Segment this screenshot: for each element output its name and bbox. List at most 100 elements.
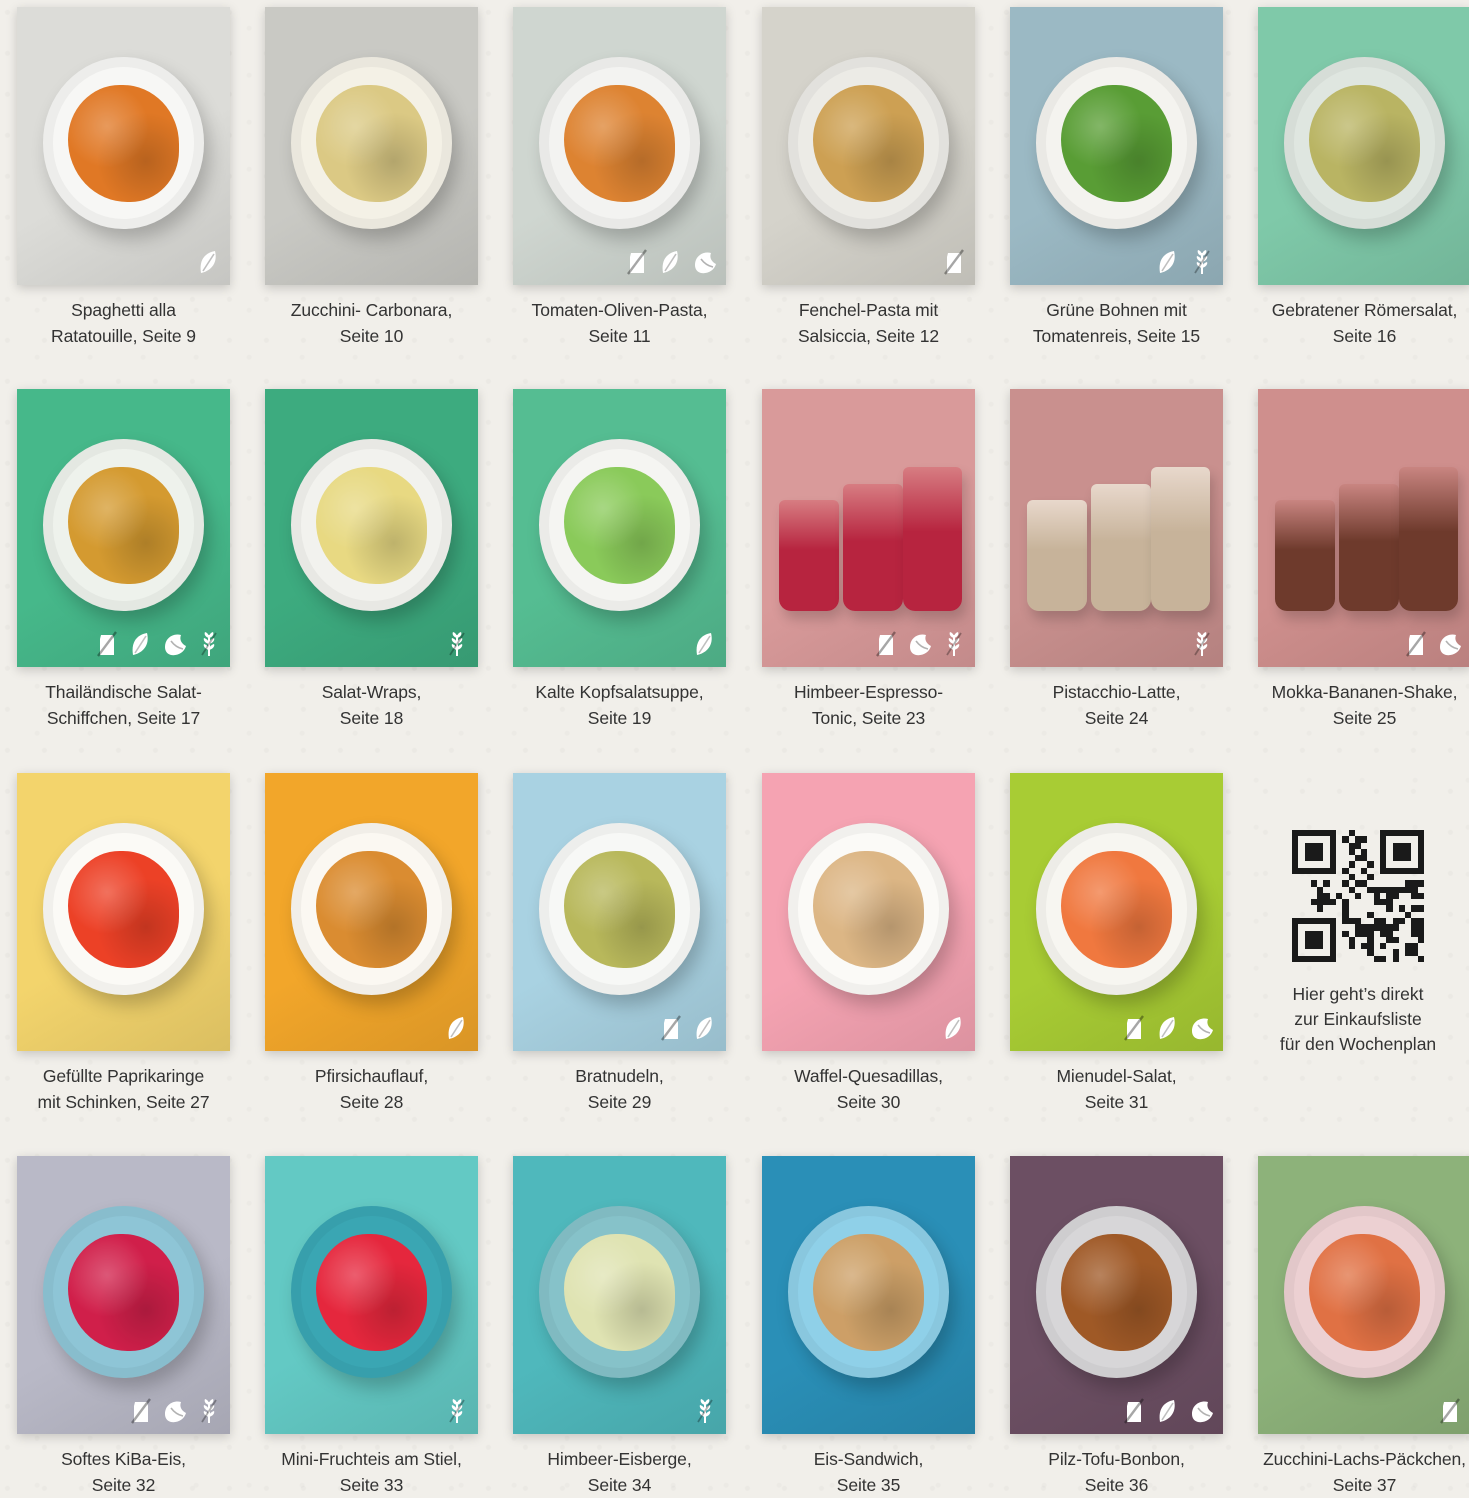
recipe-card[interactable]: Gebratener Römersalat, Seite 16 — [1258, 7, 1469, 349]
dish — [564, 850, 675, 968]
dish — [1061, 84, 1172, 202]
recipe-card[interactable]: Spaghetti alla Ratatouille, Seite 9 — [17, 7, 230, 349]
recipe-photo[interactable] — [265, 773, 478, 1051]
recipe-photo[interactable] — [17, 1156, 230, 1434]
recipe-photo[interactable] — [513, 389, 726, 667]
recipe-title: Waffel-Quesadillas, — [794, 1066, 943, 1086]
recipe-photo[interactable] — [513, 7, 726, 285]
recipe-caption: Fenchel-Pasta mit Salsiccia, Seite 12 — [762, 297, 975, 349]
recipe-caption: Mienudel-Salat, Seite 31 — [1010, 1063, 1223, 1115]
diet-icons — [1401, 629, 1465, 659]
no-gluten-icon — [92, 629, 122, 659]
recipe-caption: Himbeer-Espresso- Tonic, Seite 23 — [762, 679, 975, 731]
recipe-photo[interactable] — [762, 773, 975, 1051]
drink-glass — [902, 466, 963, 612]
recipe-page-ref: Seite 24 — [1084, 708, 1149, 728]
recipe-photo[interactable] — [1258, 7, 1469, 285]
recipe-card[interactable]: Fenchel-Pasta mit Salsiccia, Seite 12 — [762, 7, 975, 349]
leaf-icon — [690, 1013, 720, 1043]
dish — [68, 466, 179, 584]
qr-code[interactable] — [1292, 830, 1424, 962]
recipe-photo[interactable] — [17, 773, 230, 1051]
recipe-title: Eis-Sandwich, — [813, 1449, 924, 1469]
diet-icons — [126, 1396, 224, 1426]
no-gluten-icon — [1401, 629, 1431, 659]
recipe-caption: Salat-Wraps, Seite 18 — [265, 679, 478, 731]
leaf-icon — [939, 1013, 969, 1043]
recipe-card[interactable]: Waffel-Quesadillas, Seite 30 — [762, 773, 975, 1115]
recipe-title: Thailändische Salat- — [45, 682, 202, 702]
drink-glass — [842, 483, 903, 612]
dish — [316, 850, 427, 968]
recipe-card[interactable]: Gefüllte Paprikaringe mit Schinken, Seite… — [17, 773, 230, 1115]
dish — [68, 850, 179, 968]
recipe-title: Himbeer-Espresso- — [793, 682, 944, 702]
recipe-title: Mini-Fruchteis am Stiel, — [281, 1449, 462, 1469]
recipe-card[interactable]: Mokka-Bananen-Shake, Seite 25 — [1258, 389, 1469, 731]
recipe-card[interactable]: Himbeer-Eisberge, Seite 34 — [513, 1156, 726, 1498]
recipe-photo[interactable] — [513, 773, 726, 1051]
recipe-page-ref: Seite 36 — [1084, 1475, 1149, 1495]
recipe-photo[interactable] — [17, 389, 230, 667]
recipe-card[interactable]: Zucchini-Lachs-Päckchen, Seite 37 — [1258, 1156, 1469, 1498]
recipe-photo[interactable] — [1010, 1156, 1223, 1434]
recipe-card[interactable]: Salat-Wraps, Seite 18 — [265, 389, 478, 731]
recipe-photo[interactable] — [265, 389, 478, 667]
recipe-card[interactable]: Kalte Kopfsalatsuppe, Seite 19 — [513, 389, 726, 731]
dish — [316, 84, 427, 202]
recipe-photo[interactable] — [1010, 7, 1223, 285]
leaf-icon — [690, 629, 720, 659]
diet-icons — [656, 1013, 720, 1043]
recipe-caption: Pfirsichauflauf, Seite 28 — [265, 1063, 478, 1115]
recipe-photo[interactable] — [762, 1156, 975, 1434]
recipe-title: Himbeer-Eisberge, — [547, 1449, 692, 1469]
recipe-card[interactable]: Thailändische Salat- Schiffchen, Seite 17 — [17, 389, 230, 731]
no-gluten-icon — [1119, 1396, 1149, 1426]
recipe-card[interactable]: Pfirsichauflauf, Seite 28 — [265, 773, 478, 1115]
recipe-photo[interactable] — [1010, 389, 1223, 667]
recipe-caption: Tomaten-Oliven-Pasta, Seite 11 — [513, 297, 726, 349]
recipe-photo[interactable] — [762, 389, 975, 667]
recipe-caption: Pilz-Tofu-Bonbon, Seite 36 — [1010, 1446, 1223, 1498]
recipe-photo[interactable] — [762, 7, 975, 285]
dish — [68, 84, 179, 202]
recipe-photo[interactable] — [17, 7, 230, 285]
dish — [813, 1233, 924, 1351]
recipe-card[interactable]: Softes KiBa-Eis, Seite 32 — [17, 1156, 230, 1498]
recipe-title: Pfirsichauflauf, — [314, 1066, 429, 1086]
dish — [316, 466, 427, 584]
dish — [564, 1233, 675, 1351]
dish — [68, 1233, 179, 1351]
dish — [1309, 1233, 1420, 1351]
recipe-photo[interactable] — [265, 1156, 478, 1434]
recipe-photo[interactable] — [513, 1156, 726, 1434]
recipe-card[interactable]: Pilz-Tofu-Bonbon, Seite 36 — [1010, 1156, 1223, 1498]
recipe-card[interactable]: Himbeer-Espresso- Tonic, Seite 23 — [762, 389, 975, 731]
recipe-card[interactable]: Bratnudeln, Seite 29 — [513, 773, 726, 1115]
recipe-page-ref: Seite 19 — [587, 708, 652, 728]
recipe-page-ref: Seite 31 — [1084, 1092, 1149, 1112]
dish — [564, 84, 675, 202]
recipe-caption: Eis-Sandwich, Seite 35 — [762, 1446, 975, 1498]
recipe-card[interactable]: Grüne Bohnen mit Tomatenreis, Seite 15 — [1010, 7, 1223, 349]
recipe-photo[interactable] — [1010, 773, 1223, 1051]
recipe-photo[interactable] — [1258, 1156, 1469, 1434]
recipe-title: Tomaten-Oliven-Pasta, — [531, 300, 708, 320]
recipe-caption: Grüne Bohnen mit Tomatenreis, Seite 15 — [1010, 297, 1223, 349]
recipe-card[interactable]: Mini-Fruchteis am Stiel, Seite 33 — [265, 1156, 478, 1498]
diet-icons — [442, 629, 472, 659]
recipe-photo[interactable] — [1258, 389, 1469, 667]
recipe-photo[interactable] — [265, 7, 478, 285]
leaf-icon — [1153, 1013, 1183, 1043]
recipe-card[interactable]: Pistacchio-Latte, Seite 24 — [1010, 389, 1223, 731]
recipe-caption: Bratnudeln, Seite 29 — [513, 1063, 726, 1115]
recipe-page-ref: Seite 35 — [836, 1475, 901, 1495]
recipe-card[interactable]: Eis-Sandwich, Seite 35 — [762, 1156, 975, 1498]
drink-glass — [1338, 483, 1399, 612]
recipe-page-ref: Seite 37 — [1332, 1475, 1397, 1495]
recipe-card[interactable]: Zucchini- Carbonara, Seite 10 — [265, 7, 478, 349]
recipe-card[interactable]: Mienudel-Salat, Seite 31 — [1010, 773, 1223, 1115]
recipe-card[interactable]: Tomaten-Oliven-Pasta, Seite 11 — [513, 7, 726, 349]
recipe-title: Salat-Wraps, — [321, 682, 422, 702]
shopping-list-qr[interactable]: Hier geht’s direkt zur Einkaufsliste für… — [1258, 830, 1458, 1057]
